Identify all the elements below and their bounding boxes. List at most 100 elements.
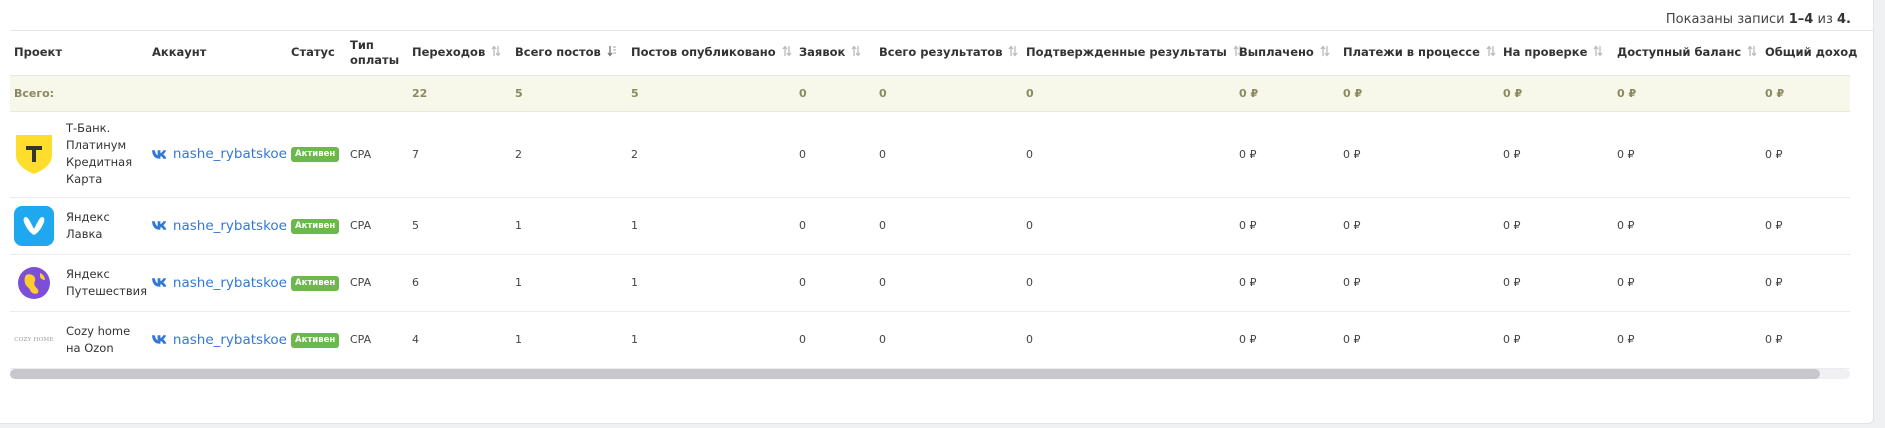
col-published-posts[interactable]: Постов опубликовано [627,31,795,76]
cell: 0 ₽ [1235,254,1339,312]
cell: 1 [627,254,795,312]
col-on-review[interactable]: На проверке [1499,31,1613,76]
cell: 0 [1022,311,1235,369]
cell: 0 ₽ [1613,75,1761,112]
project-cell: COZY HOME Cozy home на Ozon [10,311,148,369]
cell: 0 ₽ [1339,111,1499,198]
col-confirmed-results[interactable]: Подтвержденные результаты [1022,31,1243,76]
status-cell: Активен [287,197,346,255]
account-cell[interactable]: nashe_rybatskoe [148,111,287,198]
project-name: Т-Банк. Платинум Кредитная Карта [66,121,133,186]
cell: 0 ₽ [1499,75,1613,112]
cell: CPA [346,254,408,312]
cell: 2 [511,111,627,198]
cell: 0 [1022,254,1235,312]
sort-desc-icon[interactable] [607,45,617,57]
project-cell: Яндекс Путешествия [10,254,148,312]
col-applications[interactable]: Заявок [795,31,875,76]
vk-icon [152,278,167,287]
cell: 5 [627,75,795,112]
cell: 0 ₽ [1613,197,1761,255]
col-status: Статус [287,31,346,76]
tbank-shield-icon [16,135,52,174]
account-cell[interactable]: nashe_rybatskoe [148,254,287,312]
cell: 0 ₽ [1235,311,1339,369]
cell: 0 ₽ [1339,75,1499,112]
cell: 0 ₽ [1613,111,1761,198]
cell: 0 ₽ [1339,311,1499,369]
vk-icon [152,221,167,230]
cell: 6 [408,254,511,312]
account-cell[interactable]: nashe_rybatskoe [148,311,287,369]
vk-icon [152,335,167,344]
table-row: Т-Банк. Платинум Кредитная Карта nashe_r… [10,111,1850,198]
horizontal-scrollbar[interactable] [10,369,1850,379]
account-cell[interactable]: nashe_rybatskoe [148,197,287,255]
yandex-travel-logo [14,263,54,303]
cell: 0 ₽ [1761,311,1850,369]
project-cell: Яндекс Лавка [10,197,148,255]
cell: 5 [511,75,627,112]
sort-icon[interactable] [491,45,501,57]
status-badge: Активен [291,275,340,291]
cell: 0 [1022,111,1235,198]
col-total-results[interactable]: Всего результатов [875,31,1022,76]
cell: 4 [408,311,511,369]
cell: 0 ₽ [1613,311,1761,369]
col-project: Проект [10,31,148,76]
cell: 0 ₽ [1235,111,1339,198]
records-summary: Показаны записи 1–4 из 4. [1665,12,1851,27]
scrollbar-thumb[interactable] [10,369,1820,379]
sort-icon[interactable] [782,45,792,57]
cell: 0 [875,311,1022,369]
project-cell: Т-Банк. Платинум Кредитная Карта [10,111,148,198]
cell: 0 [795,254,875,312]
status-badge: Активен [291,332,340,348]
col-paid[interactable]: Выплачено [1235,31,1339,76]
cell: 0 ₽ [1613,254,1761,312]
col-clicks[interactable]: Переходов [408,31,511,76]
account-link[interactable]: nashe_rybatskoe [173,275,287,291]
cell: 0 ₽ [1761,254,1850,312]
status-cell: Активен [287,254,346,312]
col-total-posts[interactable]: Всего постов [511,31,627,76]
cell: 0 ₽ [1761,197,1850,255]
cell: 0 ₽ [1235,75,1339,112]
cell: 7 [408,111,511,198]
cell: 0 [795,111,875,198]
totals-label: Всего: [10,75,408,112]
globe-icon [18,266,50,299]
col-available-balance[interactable]: Доступный баланс [1613,31,1761,76]
cell: CPA [346,197,408,255]
cell: 0 [875,254,1022,312]
sort-icon[interactable] [851,45,861,57]
project-name: Яндекс Путешествия [66,266,148,298]
cell: 0 [795,311,875,369]
account-link[interactable]: nashe_rybatskoe [173,146,287,162]
account-link[interactable]: nashe_rybatskoe [173,218,287,234]
col-total-income: Общий доход [1761,31,1857,76]
col-payments-in-progress[interactable]: Платежи в процессе [1339,31,1499,76]
col-account: Аккаунт [148,31,287,76]
cell: 0 ₽ [1499,111,1613,198]
sort-icon[interactable] [1486,45,1496,57]
status-badge: Активен [291,147,340,162]
sort-icon[interactable] [1747,45,1757,57]
status-cell: Активен [287,311,346,369]
sort-icon[interactable] [1320,45,1330,57]
cell: 0 [1022,75,1235,112]
totals-row: Всего: 22 5 5 0 0 0 0 ₽ 0 ₽ 0 ₽ 0 ₽ 0 ₽ [10,75,1850,112]
tbank-logo [14,134,54,174]
sort-icon[interactable] [1593,45,1603,57]
vk-icon [152,149,167,159]
account-link[interactable]: nashe_rybatskoe [173,332,287,348]
cell: 0 ₽ [1761,75,1850,112]
cell: 1 [511,311,627,369]
yandex-lavka-logo [14,205,54,246]
table-row: Яндекс Путешествия nashe_rybatskoe Актив… [10,254,1850,312]
sort-icon[interactable] [1008,45,1018,57]
content-panel: Показаны записи 1–4 из 4. Проект Аккаунт… [0,0,1874,424]
cell: 1 [627,197,795,255]
status-cell: Активен [287,111,346,198]
cell: 0 [875,197,1022,255]
